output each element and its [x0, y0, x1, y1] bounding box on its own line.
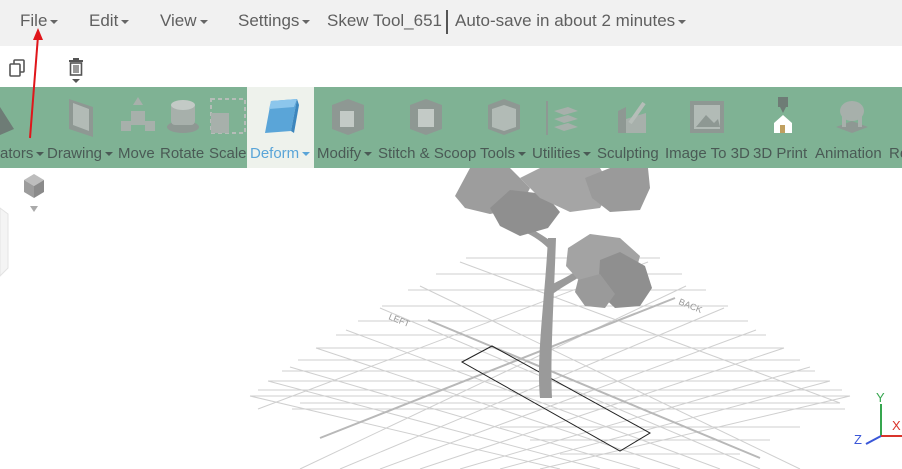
settings-menu[interactable]: Settings	[238, 11, 311, 31]
image-to-3d-label: Image To 3D	[665, 145, 750, 162]
edit-menu[interactable]: Edit	[89, 11, 130, 31]
modify-icon	[332, 99, 364, 135]
deform-label: Deform	[250, 145, 300, 162]
tree-model	[455, 168, 652, 398]
rotate-tool[interactable]: Rotate	[159, 87, 207, 168]
axis-gizmo: Y Z X	[854, 390, 902, 447]
sculpting-tool[interactable]: Sculpting	[594, 87, 664, 168]
modify-tool[interactable]: Modify	[314, 87, 376, 168]
chevron-down-icon	[364, 152, 373, 157]
selection-outline	[460, 345, 652, 452]
chevron-down-icon	[121, 19, 130, 24]
3d-print-label: 3D Print	[753, 145, 808, 162]
edit-menu-label: Edit	[89, 11, 119, 30]
axis-z-label: Z	[854, 432, 862, 447]
action-bar	[0, 46, 902, 87]
animation-icon	[836, 101, 868, 133]
view-menu[interactable]: View	[160, 11, 208, 31]
scale-icon	[210, 98, 246, 134]
chevron-down-icon	[302, 19, 311, 24]
stitch-scoop-tool[interactable]: Stitch & Scoop	[376, 87, 480, 168]
sculpting-label: Sculpting	[597, 145, 659, 162]
grid-label-left: LEFT	[387, 312, 412, 330]
tools-label: Tools	[480, 145, 516, 162]
chevron-down-icon	[302, 152, 311, 157]
more-label: Re	[889, 145, 902, 162]
animation-tool[interactable]: Animation	[814, 87, 888, 168]
move-label: Move	[118, 145, 155, 162]
axis-y-label: Y	[876, 390, 885, 405]
settings-menu-label: Settings	[238, 11, 300, 30]
deform-tool[interactable]: Deform	[247, 87, 314, 168]
chevron-down-icon	[518, 152, 527, 157]
scale-tool[interactable]: Scale	[207, 87, 247, 168]
chevron-down-icon	[105, 152, 114, 157]
utilities-label: Utilities	[532, 145, 581, 162]
more-tool[interactable]: Re	[888, 87, 902, 168]
grid-label-right: BACK	[677, 297, 703, 315]
chevron-down-icon	[199, 19, 208, 24]
move-tool[interactable]: Move	[117, 87, 159, 168]
sculpting-icon	[618, 101, 646, 133]
document-title[interactable]: Skew Tool_651	[327, 11, 442, 31]
utilities-tool[interactable]: Utilities	[530, 87, 594, 168]
image-to-3d-icon	[690, 101, 724, 133]
drawing-icon	[69, 99, 93, 137]
tools-icon	[488, 99, 520, 135]
rotate-icon	[167, 100, 199, 133]
chevron-down-icon	[583, 152, 592, 157]
axis-x-label: X	[892, 418, 901, 433]
animation-label: Animation	[815, 145, 882, 162]
move-icon	[121, 97, 155, 131]
view-cube	[24, 174, 44, 212]
autosave-label: Auto-save in about 2 minutes	[455, 11, 676, 30]
chevron-down-icon	[678, 19, 687, 24]
3d-print-icon	[774, 97, 792, 133]
image-to-3d-tool[interactable]: Image To 3D	[664, 87, 752, 168]
deform-icon	[265, 99, 299, 133]
rotate-label: Rotate	[160, 145, 205, 162]
title-divider	[446, 10, 448, 34]
utilities-icon	[546, 101, 578, 135]
main-toolbar: ators Drawing Move Rotate Scale Deform M…	[0, 87, 902, 168]
view-menu-label: View	[160, 11, 197, 30]
annotation-arrow	[29, 28, 43, 139]
modify-label: Modify	[317, 145, 362, 162]
3d-print-tool[interactable]: 3D Print	[752, 87, 814, 168]
3d-viewport[interactable]: LEFT BACK Y Z X	[0, 168, 902, 469]
autosave-status[interactable]: Auto-save in about 2 minutes	[455, 11, 687, 31]
tools-tool[interactable]: Tools	[480, 87, 530, 168]
side-object	[0, 207, 9, 277]
stitch-scoop-icon	[410, 99, 442, 135]
stitch-scoop-label: Stitch & Scoop	[378, 145, 477, 162]
viewport-canvas: LEFT BACK Y Z X	[0, 168, 902, 469]
scale-label: Scale	[209, 145, 247, 162]
menu-bar: File Edit View Settings Skew Tool_651 Au…	[0, 0, 902, 46]
